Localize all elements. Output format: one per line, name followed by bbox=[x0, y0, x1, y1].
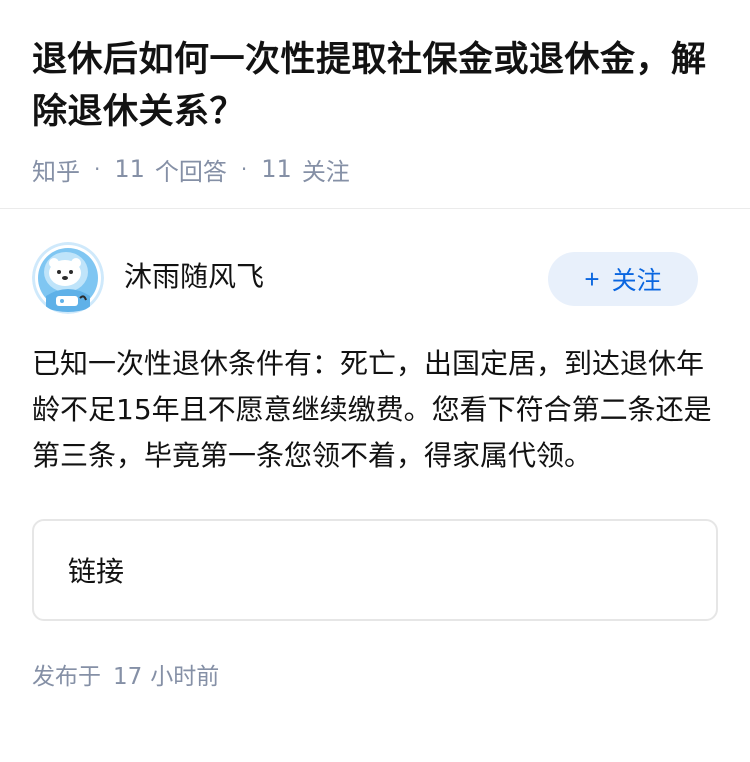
meta-separator: · bbox=[240, 157, 248, 181]
answer-content: 已知一次性退休条件有：死亡，出国定居，到达退休年龄不足15年且不愿意继续缴费。您… bbox=[32, 347, 712, 472]
answer-count-label[interactable]: 个回答 bbox=[155, 152, 227, 187]
polar-bear-astronaut-icon bbox=[32, 242, 104, 314]
publish-suffix: 小时前 bbox=[150, 664, 220, 690]
follow-count: 11 bbox=[261, 155, 292, 183]
publish-time: 发布于 17 小时前 bbox=[32, 657, 718, 691]
author-row: 沐雨随风飞 + 关注 bbox=[32, 242, 718, 314]
author-name[interactable]: 沐雨随风飞 bbox=[124, 255, 264, 295]
publish-prefix: 发布于 bbox=[32, 664, 101, 690]
question-meta: 知乎 · 11 个回答 · 11 关注 bbox=[32, 152, 718, 187]
question-title[interactable]: 退休后如何一次性提取社保金或退休金，解除退休关系？ bbox=[32, 34, 722, 138]
source-label[interactable]: 知乎 bbox=[32, 152, 80, 187]
publish-value: 17 bbox=[113, 664, 143, 690]
link-card[interactable]: 链接 bbox=[32, 519, 718, 621]
question-header: 退休后如何一次性提取社保金或退休金，解除退休关系？ 知乎 · 11 个回答 · … bbox=[0, 0, 750, 187]
follow-button[interactable]: + 关注 bbox=[548, 252, 698, 306]
avatar[interactable] bbox=[32, 242, 104, 314]
answer-card: 沐雨随风飞 + 关注 已知一次性退休条件有：死亡，出国定居，到达退休年龄不足15… bbox=[0, 209, 750, 691]
plus-icon: + bbox=[584, 263, 600, 294]
follow-count-label[interactable]: 关注 bbox=[302, 152, 350, 187]
answer-count: 11 bbox=[114, 155, 145, 183]
follow-button-label: 关注 bbox=[611, 267, 662, 295]
link-card-label: 链接 bbox=[68, 555, 125, 588]
meta-separator: · bbox=[94, 157, 101, 181]
